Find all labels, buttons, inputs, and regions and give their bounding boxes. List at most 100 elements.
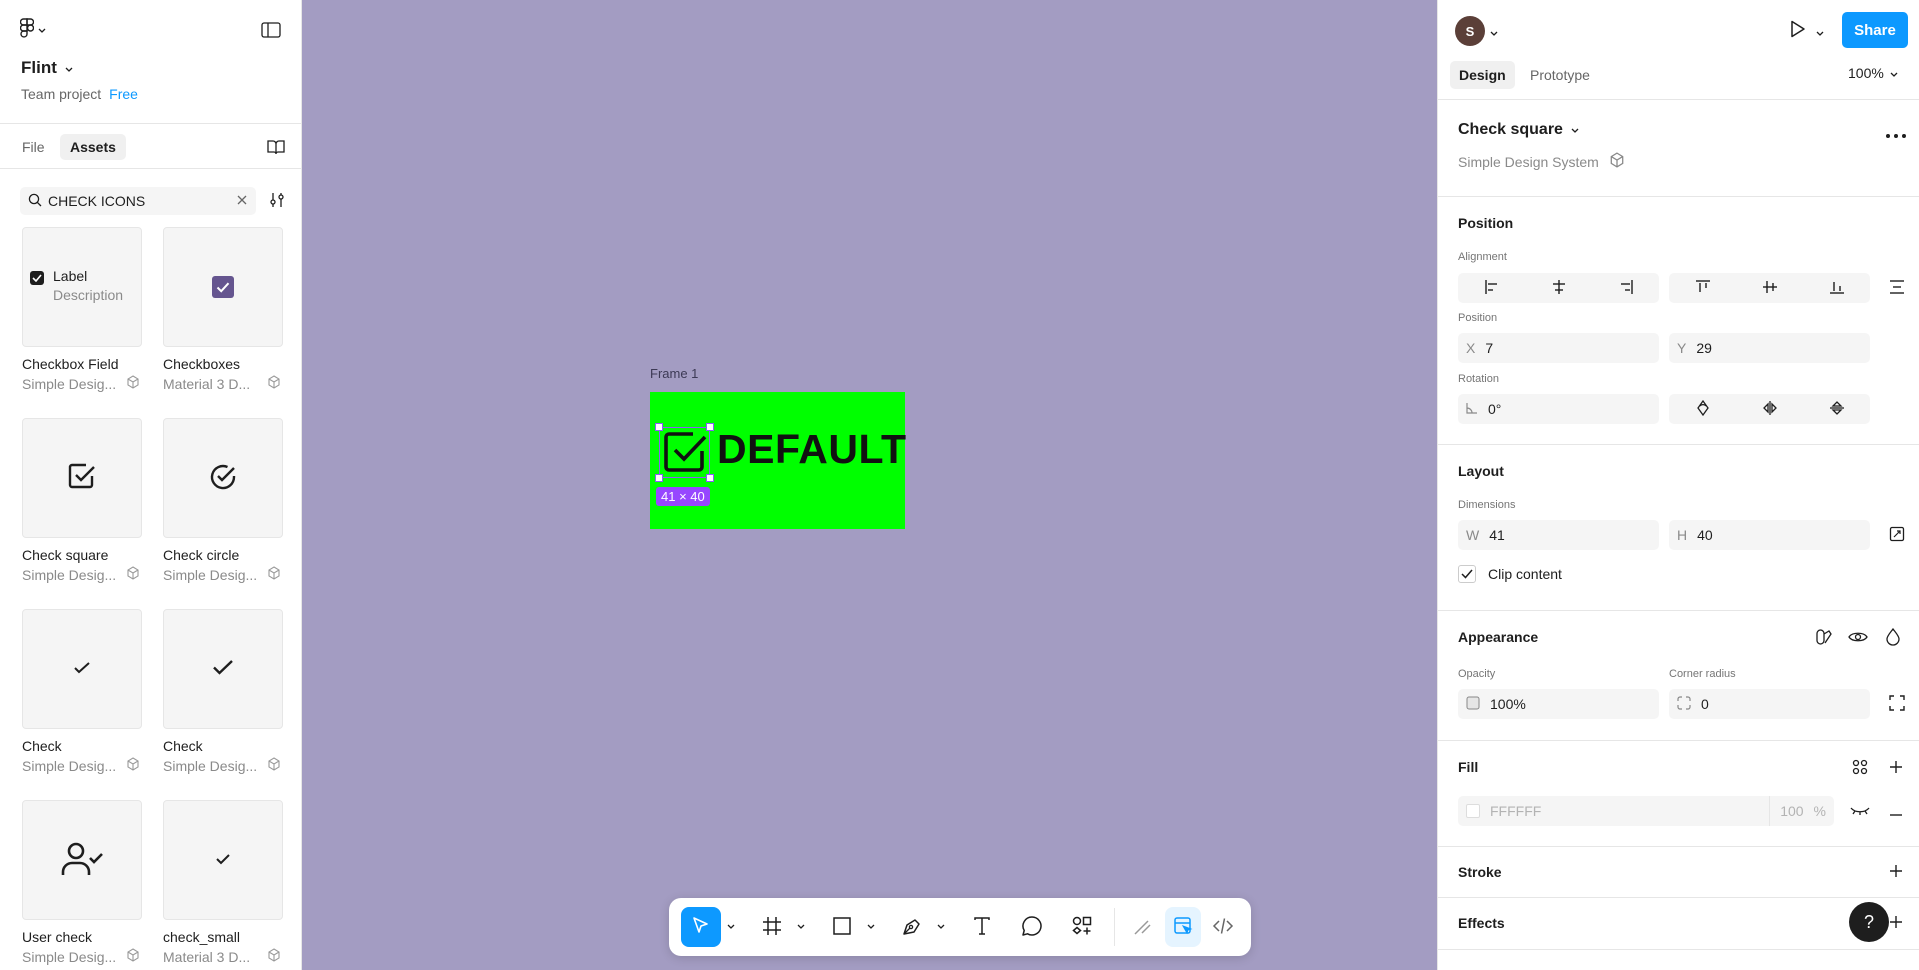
resize-handle[interactable] <box>655 423 663 431</box>
toggle-sidebar-button[interactable] <box>258 18 284 42</box>
component-name-menu[interactable]: Check square <box>1458 121 1579 139</box>
avatar[interactable]: S <box>1455 16 1485 46</box>
more-options-button[interactable] <box>1884 121 1908 145</box>
resize-handle[interactable] <box>706 423 714 431</box>
pen-tool-button[interactable] <box>892 907 932 947</box>
check-icon <box>73 661 91 678</box>
zoom-menu[interactable]: 100% <box>1848 65 1898 81</box>
toggle-fill-visibility-button[interactable] <box>1848 799 1872 823</box>
dev-mode-button[interactable] <box>1205 907 1241 947</box>
asset-tile[interactable]: Check square Simple Desig... <box>22 418 142 583</box>
asset-library: Simple Desig... <box>22 757 117 774</box>
asset-tile[interactable]: Check Simple Desig... <box>163 609 283 774</box>
align-left-button[interactable] <box>1458 273 1525 303</box>
resize-handle[interactable] <box>706 474 714 482</box>
fill-styles-button[interactable] <box>1848 756 1872 780</box>
asset-library-row: Material 3 D... <box>163 375 281 392</box>
design-mode-button[interactable] <box>1165 907 1201 947</box>
fill-color-field[interactable]: FFFFFF 100 % <box>1458 796 1834 826</box>
flip-vertical-button[interactable] <box>1803 394 1870 424</box>
asset-library: Simple Desig... <box>163 757 258 774</box>
eye-icon <box>1848 630 1868 647</box>
opacity-field[interactable]: 100% <box>1458 689 1659 719</box>
y-position-field[interactable]: Y 29 <box>1669 333 1870 363</box>
appearance-title: Appearance <box>1458 629 1539 645</box>
align-middle-button[interactable] <box>1736 273 1803 303</box>
x-position-field[interactable]: X7 <box>1458 333 1659 363</box>
align-bottom-button[interactable] <box>1803 273 1870 303</box>
selection-box[interactable] <box>655 423 714 482</box>
tab-design[interactable]: Design <box>1450 61 1515 89</box>
asset-tile[interactable]: Checkboxes Material 3 D... <box>163 227 283 392</box>
asset-tile[interactable]: User check Simple Desig... <box>22 800 142 965</box>
chevron-down-icon[interactable] <box>1490 24 1498 40</box>
properties-header: S Share Design Prototype 100% <box>1438 0 1919 100</box>
check-icon <box>212 659 234 679</box>
constrain-proportions-button[interactable] <box>1885 523 1909 547</box>
chevron-down-icon[interactable] <box>936 922 946 932</box>
rectangle-tool-button[interactable] <box>822 907 862 947</box>
align-right-button[interactable] <box>1592 273 1659 303</box>
align-top-button[interactable] <box>1669 273 1736 303</box>
filter-button[interactable] <box>266 190 288 212</box>
visibility-button[interactable] <box>1846 626 1870 650</box>
width-field[interactable]: W 41 <box>1458 520 1659 550</box>
frame-label[interactable]: Frame 1 <box>650 366 698 381</box>
frame-tool-button[interactable] <box>752 907 792 947</box>
asset-tile[interactable]: Label Description Checkbox Field Simple … <box>22 227 142 392</box>
color-swatch[interactable] <box>1466 804 1480 818</box>
resize-handle[interactable] <box>655 474 663 482</box>
canvas-frame[interactable]: DEFAULT 41 × 40 <box>650 392 907 529</box>
library-component-icon <box>126 566 140 583</box>
variable-mode-button[interactable] <box>1812 626 1836 650</box>
tab-prototype[interactable]: Prototype <box>1521 61 1599 89</box>
clear-search-icon[interactable] <box>236 193 248 209</box>
actions-tool-button[interactable] <box>1062 907 1102 947</box>
asset-tile[interactable]: check_small Material 3 D... <box>163 800 283 965</box>
share-button[interactable]: Share <box>1842 12 1908 48</box>
chevron-down-icon[interactable] <box>1816 24 1824 40</box>
project-name[interactable]: Team project <box>21 86 101 102</box>
file-name-menu[interactable]: Flint <box>21 58 73 78</box>
asset-search[interactable]: CHECK ICONS <box>20 187 256 215</box>
frame-text[interactable]: DEFAULT <box>717 426 907 473</box>
main-menu-button[interactable] <box>19 16 60 42</box>
plan-badge[interactable]: Free <box>109 86 138 102</box>
asset-tile[interactable]: Check Simple Desig... <box>22 609 142 774</box>
text-tool-button[interactable] <box>962 907 1002 947</box>
libraries-button[interactable] <box>264 136 288 160</box>
height-field[interactable]: H 40 <box>1669 520 1870 550</box>
blend-mode-button[interactable] <box>1881 626 1905 650</box>
component-library-row[interactable]: Simple Design System <box>1458 152 1625 171</box>
present-button[interactable] <box>1786 18 1810 42</box>
check-small-icon <box>215 852 231 868</box>
help-button[interactable]: ? <box>1849 902 1889 942</box>
chevron-down-icon[interactable] <box>866 922 876 932</box>
search-input[interactable]: CHECK ICONS <box>48 193 230 209</box>
position-label: Position <box>1458 312 1498 324</box>
distribute-button[interactable] <box>1885 276 1909 300</box>
asset-tile[interactable]: Check circle Simple Desig... <box>163 418 283 583</box>
add-stroke-button[interactable] <box>1884 860 1908 884</box>
rotation-field[interactable]: 0° <box>1458 394 1659 424</box>
move-tool-button[interactable] <box>681 907 721 947</box>
chevron-down-icon[interactable] <box>726 922 736 932</box>
add-fill-button[interactable] <box>1884 756 1908 780</box>
clip-content-checkbox[interactable] <box>1458 565 1476 583</box>
draw-mode-button[interactable] <box>1125 907 1161 947</box>
remove-fill-button[interactable] <box>1884 799 1908 823</box>
flip-horizontal-button[interactable] <box>1736 394 1803 424</box>
project-info: Team project Free <box>21 86 138 102</box>
align-top-icon <box>1695 279 1711 298</box>
y-prefix: Y <box>1677 340 1687 356</box>
corner-radius-field[interactable]: 0 <box>1669 689 1870 719</box>
align-center-button[interactable] <box>1525 273 1592 303</box>
comment-tool-button[interactable] <box>1012 907 1052 947</box>
chevron-down-icon[interactable] <box>796 922 806 932</box>
x-value: 7 <box>1485 340 1494 356</box>
tab-file[interactable]: File <box>12 134 55 160</box>
independent-corners-button[interactable] <box>1885 692 1909 716</box>
rotate-button[interactable] <box>1669 394 1736 424</box>
tab-assets[interactable]: Assets <box>60 134 126 160</box>
corners-expand-icon <box>1889 694 1905 714</box>
